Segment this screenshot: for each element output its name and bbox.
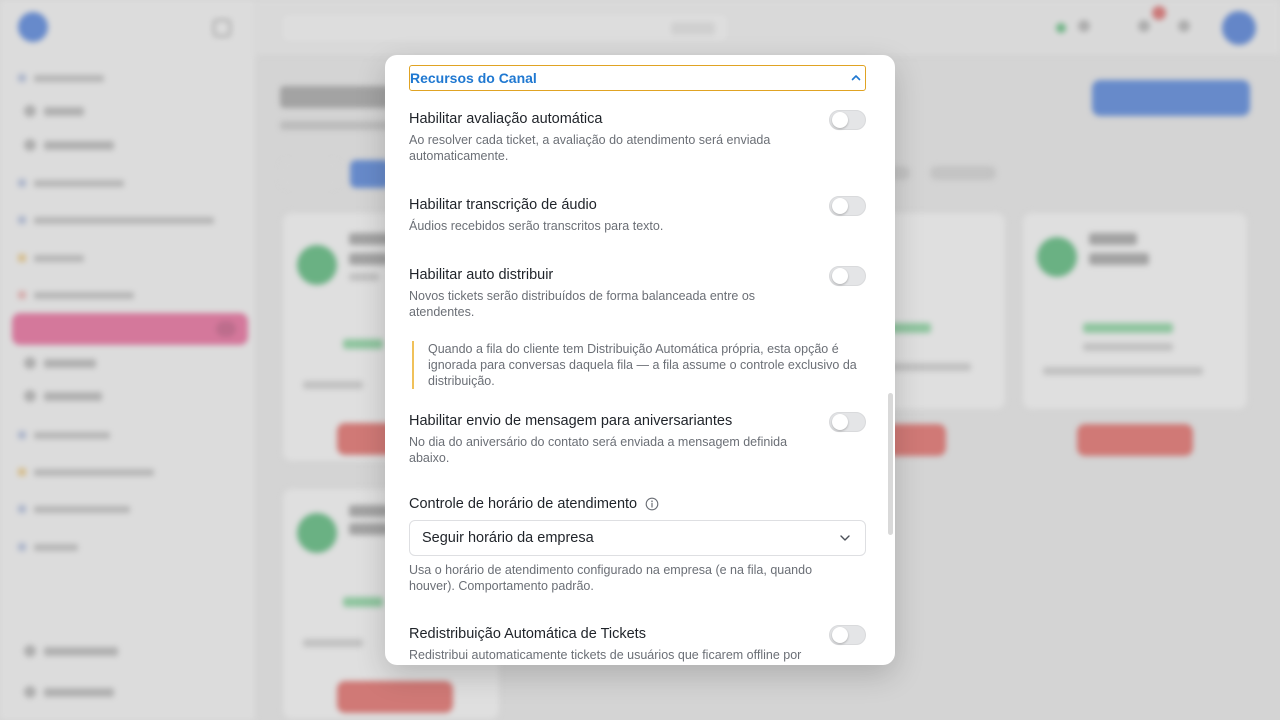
schedule-control-selected: Seguir horário da empresa xyxy=(422,530,594,546)
option-description: Redistribui automaticamente tickets de u… xyxy=(409,648,802,662)
option-auto-redistribution: Redistribuição Automática de Tickets Red… xyxy=(409,625,866,663)
toggle-auto-distribute[interactable] xyxy=(829,266,866,286)
toggle-auto-rating[interactable] xyxy=(829,110,866,130)
option-birthday-message: Habilitar envio de mensagem para anivers… xyxy=(409,412,866,466)
option-audio-transcription: Habilitar transcrição de áudio Áudios re… xyxy=(409,196,866,234)
option-description: No dia do aniversário do contato será en… xyxy=(409,435,788,465)
schedule-control-help: Usa o horário de atendimento configurado… xyxy=(409,563,813,593)
schedule-control-label: Controle de horário de atendimento xyxy=(409,496,638,512)
option-title: Redistribuição Automática de Tickets xyxy=(409,626,646,642)
toggle-audio-transcription[interactable] xyxy=(829,196,866,216)
option-title: Habilitar avaliação automática xyxy=(409,111,603,127)
section-title: Recursos do Canal xyxy=(410,70,537,86)
info-icon[interactable] xyxy=(645,497,659,511)
chevron-up-icon xyxy=(851,75,861,81)
modal-scroll-area[interactable]: Recursos do Canal Habilitar avaliação au… xyxy=(385,55,895,665)
option-title: Habilitar auto distribuir xyxy=(409,267,554,283)
option-description: Ao resolver cada ticket, a avaliação do … xyxy=(409,133,771,163)
auto-distribute-note: Quando a fila do cliente tem Distribuiçã… xyxy=(412,341,866,389)
chevron-down-icon xyxy=(840,535,850,541)
modal-scrollbar[interactable] xyxy=(888,393,893,535)
option-title: Habilitar envio de mensagem para anivers… xyxy=(409,413,733,429)
option-description: Áudios recebidos serão transcritos para … xyxy=(409,219,664,233)
toggle-auto-redistribution[interactable] xyxy=(829,625,866,645)
section-header-channel-resources[interactable]: Recursos do Canal xyxy=(409,65,866,91)
schedule-control-label-row: Controle de horário de atendimento xyxy=(409,496,659,512)
option-description: Novos tickets serão distribuídos de form… xyxy=(409,289,756,319)
option-auto-distribute: Habilitar auto distribuir Novos tickets … xyxy=(409,266,866,320)
channel-settings-modal: Recursos do Canal Habilitar avaliação au… xyxy=(385,55,895,665)
toggle-birthday-message[interactable] xyxy=(829,412,866,432)
option-title: Habilitar transcrição de áudio xyxy=(409,197,597,213)
option-auto-rating: Habilitar avaliação automática Ao resolv… xyxy=(409,110,866,164)
schedule-control-select[interactable]: Seguir horário da empresa xyxy=(409,520,866,556)
